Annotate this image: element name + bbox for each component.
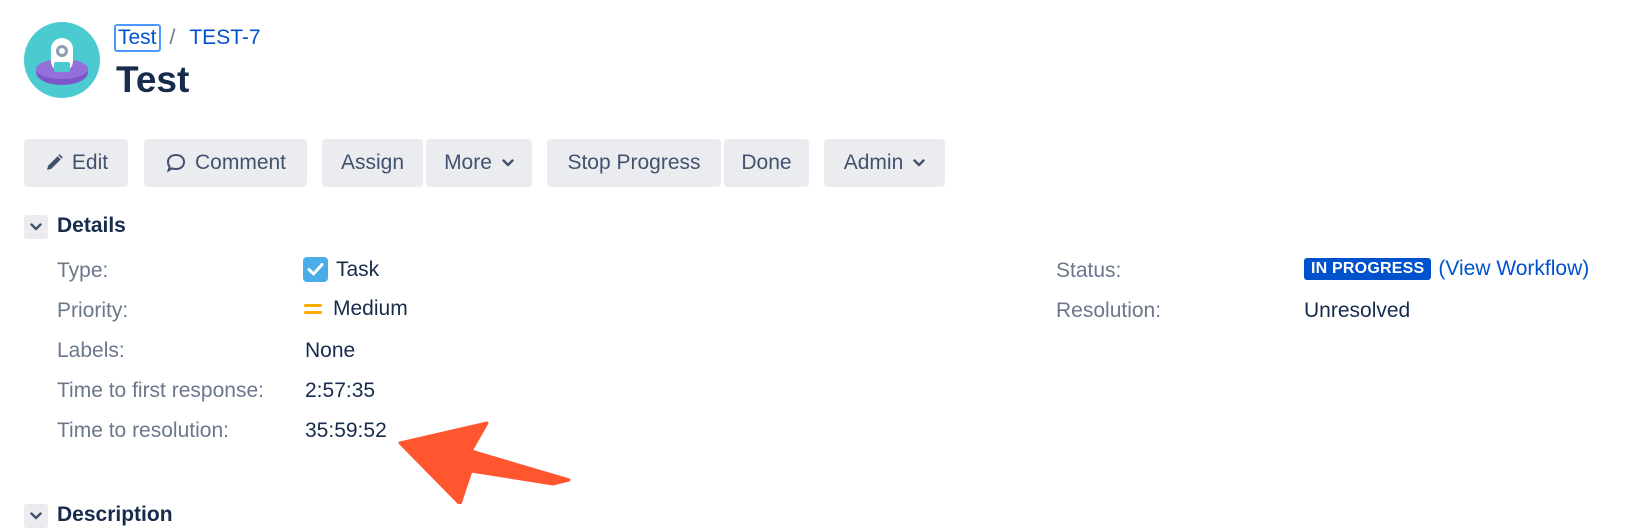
type-value: Task <box>303 257 379 282</box>
resolution-value: Unresolved <box>1304 299 1411 322</box>
more-dropdown-button[interactable]: More <box>426 139 532 187</box>
chevron-down-icon <box>502 159 514 167</box>
status-badge: IN PROGRESS <box>1304 258 1432 280</box>
chevron-down-icon <box>913 159 925 167</box>
time-to-resolution-value: 35:59:52 <box>305 419 387 442</box>
assign-button[interactable]: Assign <box>322 139 423 187</box>
details-collapse-toggle[interactable] <box>24 215 48 239</box>
view-workflow-link[interactable]: View Workflow <box>1445 257 1582 281</box>
labels-value: None <box>305 339 356 362</box>
details-section-title: Details <box>57 214 126 237</box>
priority-medium-icon <box>303 299 323 319</box>
stop-progress-button-label: Stop Progress <box>567 151 701 174</box>
breadcrumb-separator: / <box>169 26 176 49</box>
type-value-text: Task <box>336 257 380 281</box>
project-avatar[interactable] <box>24 22 100 98</box>
time-to-first-response-value: 2:57:35 <box>305 379 376 402</box>
done-button-label: Done <box>741 151 792 174</box>
done-button[interactable]: Done <box>724 139 809 187</box>
more-button-label: More <box>444 151 492 174</box>
issue-title: Test <box>116 59 190 100</box>
chevron-down-icon <box>30 512 42 520</box>
admin-button-label: Admin <box>843 151 904 174</box>
breadcrumb-project-link[interactable]: Test <box>114 24 161 52</box>
edit-button-label: Edit <box>71 151 109 174</box>
description-section-title: Description <box>57 503 173 526</box>
stop-progress-button[interactable]: Stop Progress <box>547 139 721 187</box>
comment-bubble-icon <box>165 152 187 174</box>
comment-button[interactable]: Comment <box>144 139 307 187</box>
edit-button[interactable]: Edit <box>24 139 128 187</box>
status-value: IN PROGRESS (View Workflow) <box>1304 257 1589 281</box>
breadcrumb-issue-key-link[interactable]: TEST-7 <box>189 26 260 50</box>
close-paren: ) <box>1582 257 1590 280</box>
breadcrumb: Test / TEST-7 <box>114 24 261 52</box>
priority-label: Priority: <box>57 299 129 322</box>
status-label: Status: <box>1056 259 1122 282</box>
project-avatar-icon <box>24 22 100 98</box>
chevron-down-icon <box>30 223 42 231</box>
priority-value: Medium <box>303 297 408 321</box>
time-to-first-response-label: Time to first response: <box>57 379 264 402</box>
task-checkbox-icon <box>303 257 328 282</box>
resolution-label: Resolution: <box>1056 299 1162 322</box>
description-collapse-toggle[interactable] <box>24 504 48 528</box>
assign-button-label: Assign <box>340 151 405 174</box>
annotation-arrow-icon <box>398 421 571 504</box>
labels-label: Labels: <box>57 339 125 362</box>
admin-dropdown-button[interactable]: Admin <box>824 139 945 187</box>
open-paren: ( <box>1438 257 1446 280</box>
type-label: Type: <box>57 259 109 282</box>
pencil-icon <box>44 153 64 173</box>
priority-value-text: Medium <box>333 297 408 320</box>
comment-button-label: Comment <box>194 151 287 174</box>
time-to-resolution-label: Time to resolution: <box>57 419 229 442</box>
